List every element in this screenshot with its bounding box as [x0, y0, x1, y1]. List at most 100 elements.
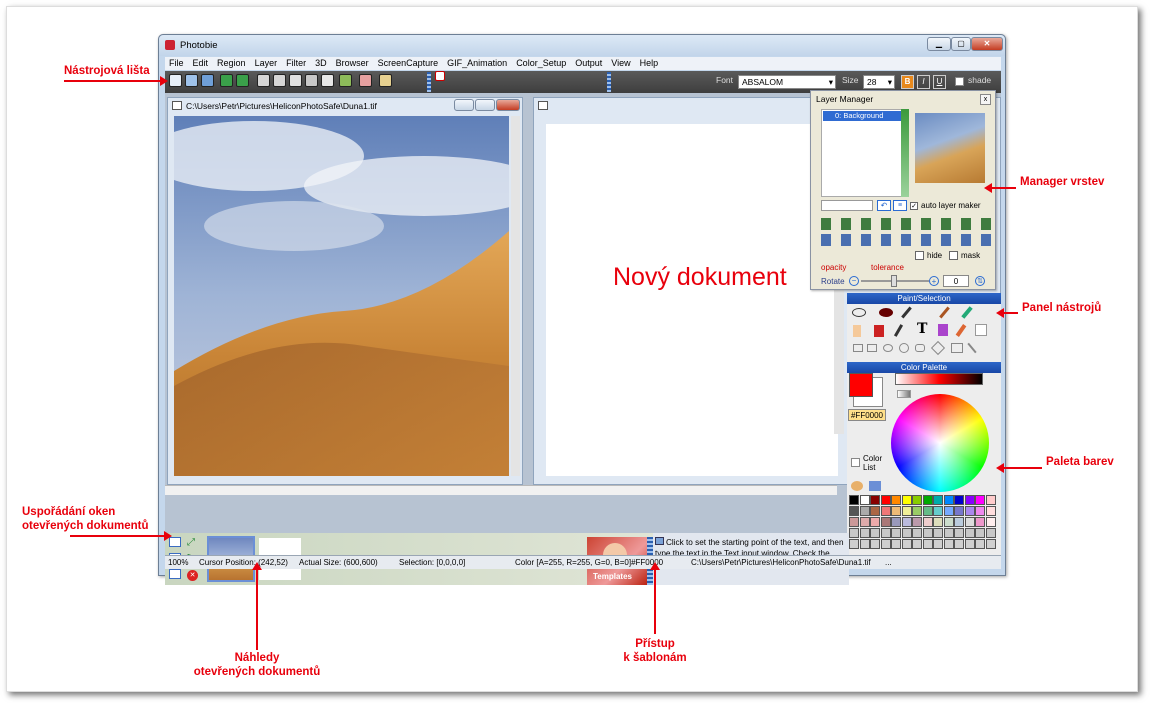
italic-button[interactable]: I	[917, 75, 930, 89]
color-swatch[interactable]	[975, 495, 985, 505]
doc1-close-button[interactable]	[496, 99, 520, 111]
color-swatch[interactable]	[901, 517, 912, 527]
palette-icon[interactable]	[851, 481, 863, 491]
color-swatch[interactable]	[859, 517, 870, 527]
close-button[interactable]: ✕	[971, 37, 1003, 51]
rotate-value-field[interactable]: 0	[943, 275, 969, 287]
pen-icon[interactable]	[893, 324, 904, 337]
doc1-scrollbar[interactable]	[511, 116, 520, 476]
color-swatch[interactable]	[849, 539, 859, 549]
fill-ellipse-icon[interactable]	[879, 308, 893, 317]
resize-icon[interactable]	[273, 74, 286, 87]
color-swatch[interactable]	[901, 506, 912, 516]
layer-row-background[interactable]: 0: Background	[823, 111, 908, 121]
foreground-swatch[interactable]	[849, 373, 873, 397]
color-swatch[interactable]	[912, 495, 922, 505]
color-swatch[interactable]	[859, 495, 870, 505]
menu-color-setup[interactable]: Color_Setup	[512, 57, 571, 68]
anchor-icon[interactable]	[975, 324, 987, 336]
color-swatch[interactable]	[859, 528, 870, 538]
color-swatch[interactable]	[880, 539, 891, 549]
square-select-icon[interactable]	[867, 344, 877, 352]
doc1-maximize-button[interactable]	[475, 99, 495, 111]
toolbar-close-icon[interactable]	[435, 71, 445, 81]
paste-icon[interactable]	[321, 74, 334, 87]
marker-icon[interactable]	[961, 306, 973, 319]
eraser-icon[interactable]	[853, 325, 861, 337]
color-swatch[interactable]	[954, 539, 964, 549]
hex-field[interactable]: #FF0000	[848, 409, 886, 421]
color-swatch[interactable]	[880, 495, 891, 505]
bold-button[interactable]: B	[901, 75, 914, 89]
color-swatch[interactable]	[922, 528, 933, 538]
crop-icon[interactable]	[257, 74, 270, 87]
ellipse-tool-icon[interactable]	[852, 308, 866, 317]
color-wheel[interactable]	[891, 394, 989, 492]
color-swatch[interactable]	[880, 506, 891, 516]
color-swatch[interactable]	[912, 528, 922, 538]
menu-region[interactable]: Region	[213, 57, 251, 68]
hide-checkbox[interactable]	[915, 251, 924, 260]
magic-wand-icon[interactable]	[967, 342, 977, 354]
color-swatch[interactable]	[964, 517, 975, 527]
color-swatch[interactable]	[849, 517, 859, 527]
undo-layer-icon[interactable]: ↶	[877, 200, 891, 211]
font-select[interactable]: ABSALOM ▾	[738, 75, 836, 89]
color-swatch[interactable]	[891, 495, 901, 505]
color-swatch[interactable]	[964, 506, 975, 516]
color-swatch[interactable]	[870, 517, 880, 527]
color-swatch[interactable]	[922, 539, 933, 549]
menu-help[interactable]: Help	[636, 57, 664, 68]
save-icon[interactable]	[201, 74, 214, 87]
mask-checkbox[interactable]	[949, 251, 958, 260]
cascade-icon[interactable]	[169, 569, 181, 579]
redo-icon[interactable]	[236, 74, 249, 87]
color-swatch[interactable]	[943, 506, 954, 516]
menu-file[interactable]: File	[165, 57, 189, 68]
color-swatch[interactable]	[849, 506, 859, 516]
color-swatch[interactable]	[922, 517, 933, 527]
color-swatch[interactable]	[975, 528, 985, 538]
color-swatch[interactable]	[870, 495, 880, 505]
color-swatch[interactable]	[964, 495, 975, 505]
stamp-icon[interactable]	[938, 324, 948, 336]
color-swatch[interactable]	[880, 528, 891, 538]
color-swatch[interactable]	[954, 506, 964, 516]
expand-icon[interactable]: ⤢	[187, 537, 199, 548]
color-swatch[interactable]	[933, 517, 943, 527]
color-swatch[interactable]	[901, 539, 912, 549]
menu-3d[interactable]: 3D	[311, 57, 332, 68]
minimize-button[interactable]: ▁	[927, 37, 951, 51]
brightness-slider[interactable]	[895, 373, 983, 385]
settings-icon[interactable]	[379, 74, 392, 87]
color-swatch[interactable]	[933, 506, 943, 516]
color-swatch[interactable]	[891, 528, 901, 538]
color-swatch[interactable]	[943, 517, 954, 527]
color-swatch[interactable]	[901, 495, 912, 505]
color-swatch[interactable]	[912, 517, 922, 527]
poly-select-icon[interactable]	[951, 343, 963, 353]
color-swatch[interactable]	[912, 539, 922, 549]
menu-view[interactable]: View	[607, 57, 635, 68]
color-swatch[interactable]	[859, 539, 870, 549]
color-swatch[interactable]	[870, 506, 880, 516]
color-swatch[interactable]	[901, 528, 912, 538]
circle-select-icon[interactable]	[899, 343, 909, 353]
underline-button[interactable]: U	[933, 75, 946, 89]
color-swatch[interactable]	[943, 528, 954, 538]
layer-name-field[interactable]	[821, 200, 873, 211]
color-swatch[interactable]	[849, 495, 859, 505]
rotate-spin-icon[interactable]: ⇅	[975, 276, 985, 286]
close-all-icon[interactable]: ✕	[187, 570, 198, 581]
cut-icon[interactable]	[289, 74, 302, 87]
color-swatch[interactable]	[985, 517, 996, 527]
rect-select-icon[interactable]	[853, 344, 863, 352]
horizontal-scrollbar[interactable]	[165, 485, 837, 495]
pencil-icon[interactable]	[939, 306, 950, 319]
new-icon[interactable]	[169, 74, 182, 87]
brush-icon[interactable]	[901, 306, 912, 319]
rotate-plus-icon[interactable]: +	[929, 276, 939, 286]
color-swatch[interactable]	[933, 528, 943, 538]
menu-screencapture[interactable]: ScreenCapture	[374, 57, 444, 68]
layer-tools-row-1[interactable]	[821, 218, 991, 230]
